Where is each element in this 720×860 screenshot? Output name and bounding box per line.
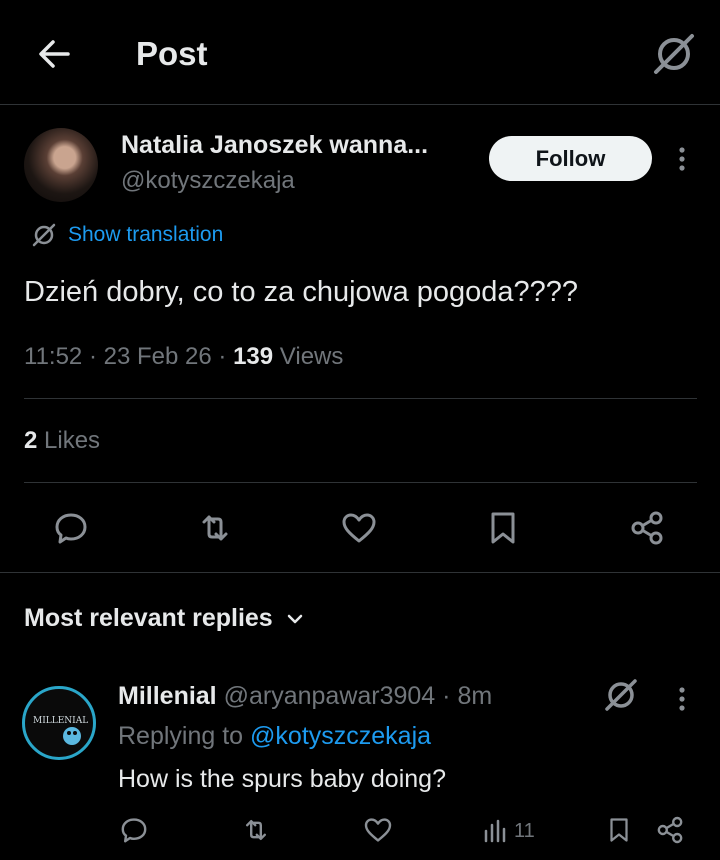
reply-time: 8m: [457, 682, 493, 710]
grok-icon[interactable]: [650, 30, 698, 78]
repost-icon[interactable]: [195, 508, 235, 548]
section-divider: [0, 572, 720, 573]
like-icon[interactable]: [339, 508, 379, 548]
reply-share-icon[interactable]: [654, 814, 686, 848]
reply-like-icon[interactable]: [362, 814, 394, 848]
views-label: Views: [279, 343, 344, 370]
reply-reply-icon[interactable]: [118, 814, 150, 848]
more-options-icon[interactable]: [670, 143, 694, 175]
post-time: 11:52: [24, 343, 83, 370]
grok-icon: [30, 221, 58, 249]
replies-heading: Most relevant replies: [24, 604, 273, 632]
reply-bookmark-icon[interactable]: [604, 814, 634, 848]
author-avatar[interactable]: [24, 128, 98, 202]
divider: [24, 482, 697, 483]
likes-count: 2: [24, 427, 38, 454]
post-text: Dzień dobry, co to za chujowa pogoda????: [24, 276, 579, 308]
share-icon[interactable]: [627, 508, 667, 548]
chevron-down-icon: [285, 609, 305, 629]
reply-more-options-icon[interactable]: [670, 683, 694, 715]
likes-summary[interactable]: 2 Likes: [24, 427, 100, 455]
replying-prefix: Replying to: [118, 722, 244, 750]
reply-author-handle[interactable]: @aryanpawar3904: [224, 682, 436, 710]
show-translation-label: Show translation: [68, 223, 224, 246]
reply-text: How is the spurs baby doing?: [118, 765, 446, 793]
likes-label: Likes: [44, 427, 101, 454]
author-name[interactable]: Natalia Janoszek wanna...: [121, 131, 428, 160]
views-count: 139: [233, 343, 274, 370]
reply-avatar-text: MILLENIAL: [33, 716, 88, 726]
bookmark-icon[interactable]: [483, 508, 523, 548]
grok-icon[interactable]: [601, 675, 641, 715]
reply-icon[interactable]: [51, 508, 91, 548]
reply-author-name[interactable]: Millenial: [118, 682, 217, 710]
reply-repost-icon[interactable]: [240, 814, 272, 848]
views-icon: [482, 817, 510, 845]
replying-to-handle[interactable]: @kotyszczekaja: [250, 722, 431, 750]
author-handle[interactable]: @kotyszczekaja: [121, 167, 295, 195]
reply-views[interactable]: 11: [482, 814, 535, 848]
arrow-left-icon[interactable]: [34, 34, 74, 74]
reply-avatar[interactable]: MILLENIAL: [22, 686, 96, 760]
post-meta: 11:52 · 23 Feb 26 · 139 Views: [24, 343, 344, 370]
show-translation-link[interactable]: Show translation: [30, 221, 223, 249]
reply-header: Millenial @aryanpawar3904 · 8m: [118, 682, 493, 710]
divider: [24, 398, 697, 399]
page-title: Post: [136, 35, 208, 72]
reply-views-count: 11: [514, 819, 535, 842]
top-bar: [0, 0, 720, 105]
post-date: 23 Feb 26: [103, 343, 212, 370]
replies-sort-dropdown[interactable]: Most relevant replies: [24, 604, 305, 633]
follow-button[interactable]: Follow: [489, 136, 652, 181]
replying-to: Replying to @kotyszczekaja: [118, 722, 431, 751]
